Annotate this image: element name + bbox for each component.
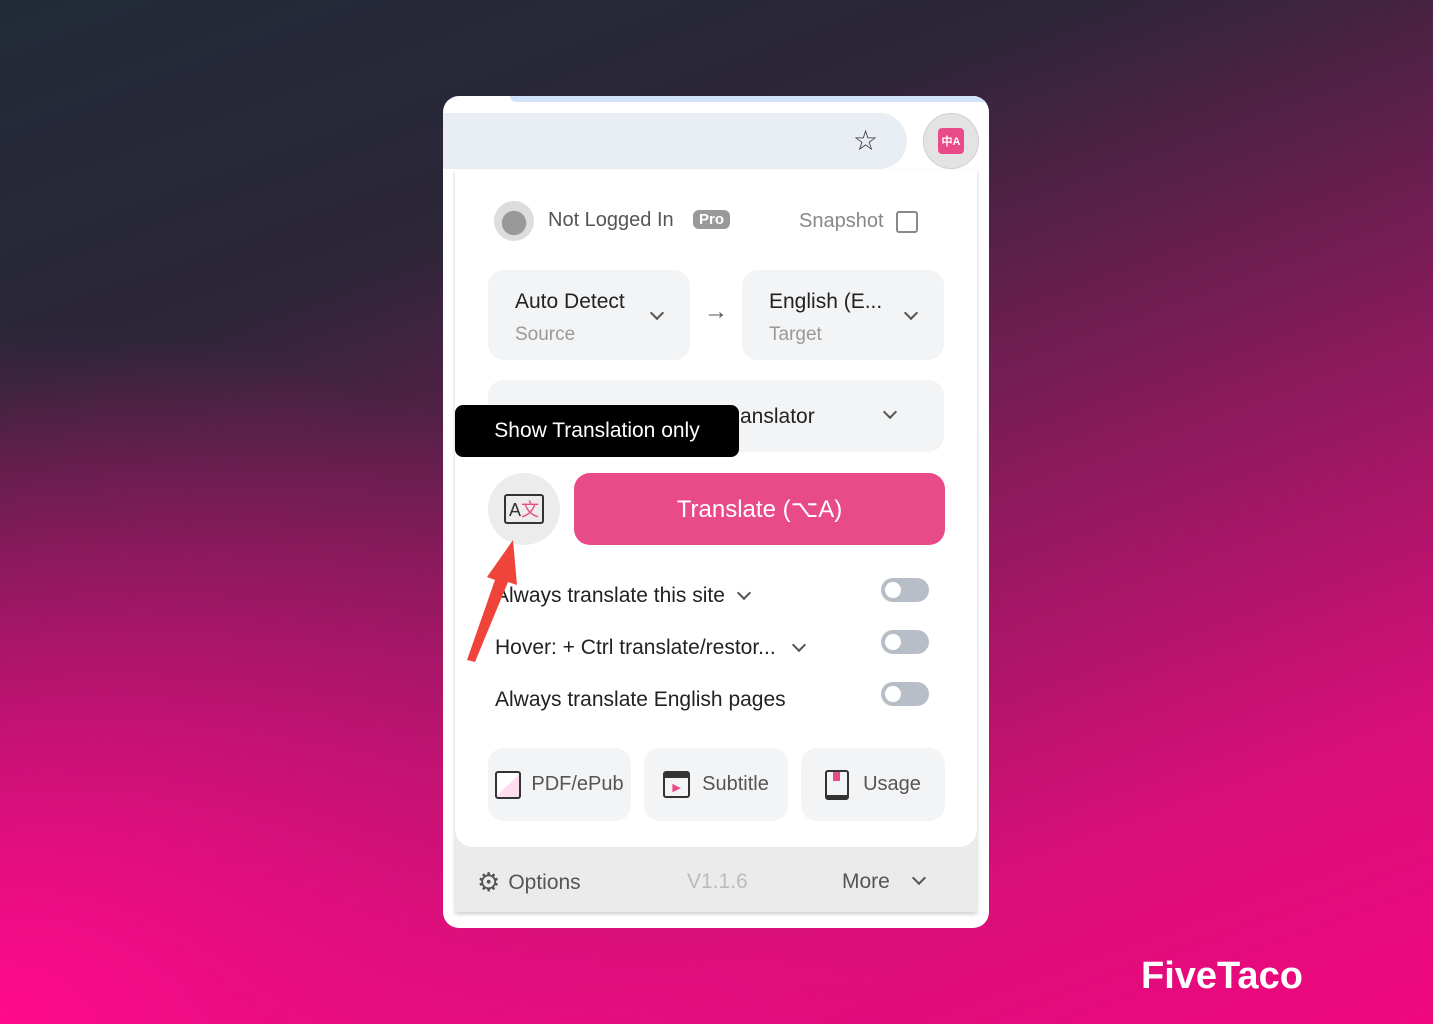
hover-translate-toggle[interactable] — [881, 630, 929, 654]
tab-strip — [510, 96, 989, 102]
red-arrow-annotation — [467, 540, 517, 662]
options-button[interactable]: ⚙ Options — [477, 867, 581, 898]
arrow-right-icon: → — [704, 298, 728, 325]
options-label: Options — [508, 870, 581, 894]
usage-button[interactable]: Usage — [801, 748, 945, 821]
usage-label: Usage — [863, 773, 921, 795]
popup-body: Not Logged In Pro Snapshot Auto Detect S… — [455, 170, 977, 847]
setting-label[interactable]: Always translate this site — [495, 584, 751, 608]
chevron-down-icon — [791, 637, 806, 653]
pdf-epub-label: PDF/ePub — [531, 773, 624, 795]
translate-button[interactable]: Translate (⌥A) — [574, 473, 945, 545]
address-bar[interactable] — [443, 113, 907, 169]
target-label: Target — [769, 324, 822, 345]
pro-badge: Pro — [693, 210, 731, 229]
translate-icon: 中A — [938, 128, 964, 154]
book-icon — [825, 769, 850, 800]
source-label: Source — [515, 324, 576, 345]
always-translate-english-toggle[interactable] — [881, 682, 929, 706]
setting-label: Always translate English pages — [495, 688, 786, 711]
chevron-down-icon — [911, 870, 926, 886]
fivetaco-logo: FiveTaco — [1141, 955, 1303, 997]
setting-label[interactable]: Hover: + Ctrl translate/restor... — [495, 636, 806, 660]
login-status[interactable]: Not Logged In — [548, 209, 674, 232]
chevron-down-icon — [649, 305, 665, 321]
service-value: anslator — [740, 405, 815, 428]
more-button[interactable]: More — [842, 870, 926, 894]
more-label: More — [842, 870, 890, 893]
tooltip: Show Translation only — [455, 405, 739, 457]
target-language-select[interactable]: English (E... Target — [742, 270, 944, 360]
source-language-value: Auto Detect — [515, 290, 625, 313]
chevron-down-icon — [903, 305, 919, 321]
avatar — [494, 201, 534, 241]
subtitle-button[interactable]: ▶ Subtitle — [644, 748, 788, 821]
target-language-value: English (E... — [769, 290, 883, 313]
pdf-icon — [495, 770, 522, 799]
subtitle-label: Subtitle — [702, 773, 769, 795]
chevron-down-icon — [736, 585, 751, 601]
always-translate-site-toggle[interactable] — [881, 578, 929, 602]
snapshot-button[interactable]: Snapshot — [799, 210, 918, 233]
extension-button[interactable]: 中A — [923, 113, 979, 169]
snapshot-icon — [895, 210, 918, 233]
translate-mode-icon: A文 — [503, 494, 544, 524]
star-icon[interactable]: ☆ — [853, 124, 878, 157]
pdf-epub-button[interactable]: PDF/ePub — [488, 748, 631, 821]
extension-popup: Not Logged In Pro Snapshot Auto Detect S… — [455, 170, 977, 912]
version-label: V1.1.6 — [687, 870, 748, 893]
chevron-down-icon — [882, 404, 898, 420]
browser-window: ☆ 中A Not Logged In Pro Snapshot Auto Det… — [443, 96, 989, 928]
video-icon: ▶ — [663, 771, 691, 798]
snapshot-label: Snapshot — [799, 210, 884, 232]
source-language-select[interactable]: Auto Detect Source — [488, 270, 690, 360]
gear-icon: ⚙ — [477, 867, 501, 897]
